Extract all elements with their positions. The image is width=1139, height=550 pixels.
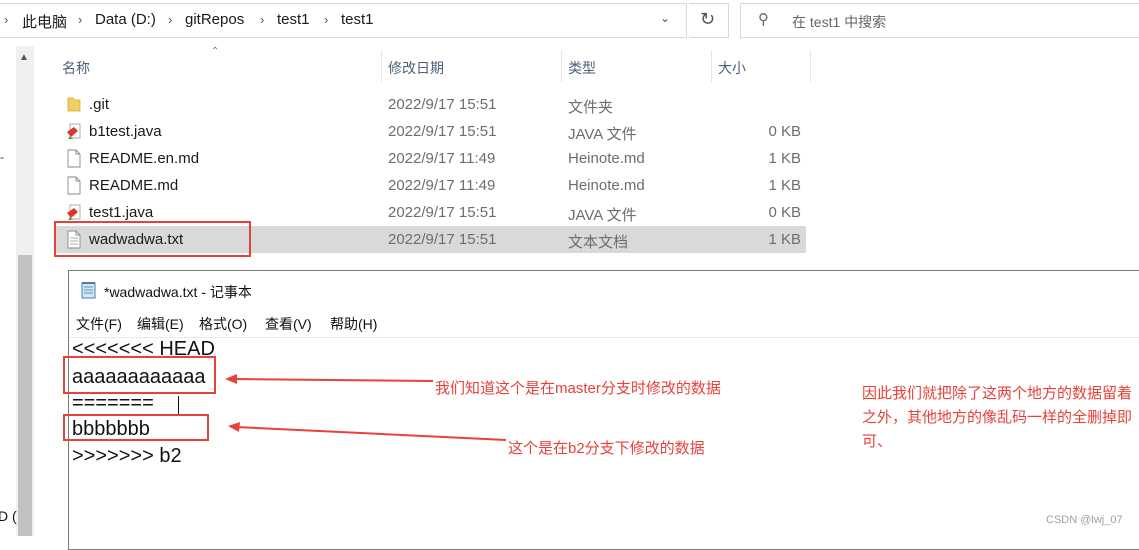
file-row[interactable]: b1test.java 2022/9/17 15:51 JAVA 文件 0 KB [56, 118, 806, 145]
column-header-type[interactable]: 类型 [568, 58, 596, 78]
file-size: 1 KB [768, 231, 801, 248]
column-divider[interactable] [711, 50, 712, 82]
breadcrumb-gitrepos[interactable]: gitRepos [185, 11, 244, 28]
file-name: b1test.java [89, 123, 162, 140]
column-divider[interactable] [561, 50, 562, 82]
file-name: README.en.md [89, 150, 200, 167]
sort-ascending-icon: ⌃ [211, 46, 220, 57]
file-size: 0 KB [768, 204, 801, 221]
highlight-box-master-data [63, 356, 216, 394]
annotation-arrow-b2 [228, 422, 507, 441]
text-line-b2-marker[interactable]: >>>>>>> b2 [72, 445, 182, 468]
column-divider[interactable] [810, 50, 811, 82]
notepad-icon [81, 282, 96, 299]
menu-view[interactable]: 查看(V) [265, 314, 312, 334]
menu-file[interactable]: 文件(F) [76, 314, 122, 334]
breadcrumb-separator: › [260, 12, 265, 27]
file-type: JAVA 文件 [568, 126, 637, 143]
column-header-name[interactable]: 名称 [62, 58, 90, 78]
folder-icon [67, 97, 81, 112]
file-type: JAVA 文件 [568, 207, 637, 224]
nav-item-drive[interactable]: D ( [0, 508, 17, 524]
file-size: 1 KB [768, 177, 801, 194]
document-icon [67, 149, 81, 168]
annotation-side-note: 因此我们就把除了这两个地方的数据留着之外，其他地方的像乱码一样的全删掉即可、 [862, 385, 1133, 450]
file-type: Heinote.md [568, 177, 645, 194]
file-row[interactable]: .git 2022/9/17 15:51 文件夹 [56, 91, 806, 118]
breadcrumb-test1-current[interactable]: test1 [341, 11, 374, 28]
file-date: 2022/9/17 15:51 [388, 231, 497, 248]
file-row[interactable]: README.en.md 2022/9/17 11:49 Heinote.md … [56, 145, 806, 172]
menu-help[interactable]: 帮助(H) [330, 314, 377, 334]
menu-format[interactable]: 格式(O) [199, 314, 247, 334]
text-caret [178, 396, 179, 416]
scroll-up-icon[interactable]: ▲ [19, 52, 29, 63]
file-date: 2022/9/17 15:51 [388, 204, 497, 221]
highlight-box-b2-data [63, 414, 209, 441]
column-divider[interactable] [381, 50, 382, 82]
file-date: 2022/9/17 15:51 [388, 123, 497, 140]
search-icon: ⚲ [758, 11, 769, 28]
file-row[interactable]: README.md 2022/9/17 11:49 Heinote.md 1 K… [56, 172, 806, 199]
file-name: README.md [89, 177, 179, 194]
watermark: CSDN @lwj_07 [1046, 514, 1123, 526]
chevron-down-icon[interactable]: ⌄ [660, 11, 670, 25]
text-line-separator-marker[interactable]: ======= [72, 392, 154, 415]
breadcrumb-test1-parent[interactable]: test1 [277, 11, 310, 28]
refresh-icon: ↻ [700, 9, 716, 29]
breadcrumb-separator: › [78, 12, 83, 27]
java-file-icon [67, 204, 81, 220]
annotation-b2-note: 这个是在b2分支下修改的数据 [508, 440, 705, 457]
file-size: 1 KB [768, 150, 801, 167]
notepad-title: *wadwadwa.txt - 记事本 [104, 284, 252, 300]
file-size: 0 KB [768, 123, 801, 140]
breadcrumb-separator: › [168, 12, 173, 27]
highlight-box-selected-file [54, 221, 251, 257]
file-name: test1.java [89, 204, 154, 221]
java-file-icon [67, 123, 81, 139]
nav-scrollbar-thumb[interactable] [18, 255, 32, 536]
file-type: 文本文档 [568, 234, 629, 251]
file-name: .git [89, 96, 110, 113]
file-date: 2022/9/17 11:49 [388, 177, 496, 194]
breadcrumb-data-drive[interactable]: Data (D:) [95, 11, 156, 28]
breadcrumb-this-pc[interactable]: 此电脑 [22, 11, 67, 32]
nav-tree-marker: - [0, 150, 4, 164]
annotation-arrow-master [225, 374, 434, 384]
file-type: Heinote.md [568, 150, 645, 167]
address-bar-area: › 此电脑 › Data (D:) › gitRepos › test1 › t… [0, 0, 1139, 44]
menu-edit[interactable]: 编辑(E) [137, 314, 184, 334]
breadcrumb-separator: › [324, 12, 329, 27]
file-date: 2022/9/17 15:51 [388, 96, 497, 113]
column-header-date[interactable]: 修改日期 [388, 58, 444, 78]
search-input[interactable]: 在 test1 中搜索 [792, 12, 886, 32]
column-header-size[interactable]: 大小 [718, 58, 746, 78]
menu-separator [69, 337, 1139, 338]
file-type: 文件夹 [568, 99, 614, 116]
breadcrumb-separator: › [4, 12, 9, 27]
file-date: 2022/9/17 11:49 [388, 150, 496, 167]
annotation-master-note: 我们知道这个是在master分支时修改的数据 [435, 380, 721, 397]
document-icon [67, 176, 81, 195]
